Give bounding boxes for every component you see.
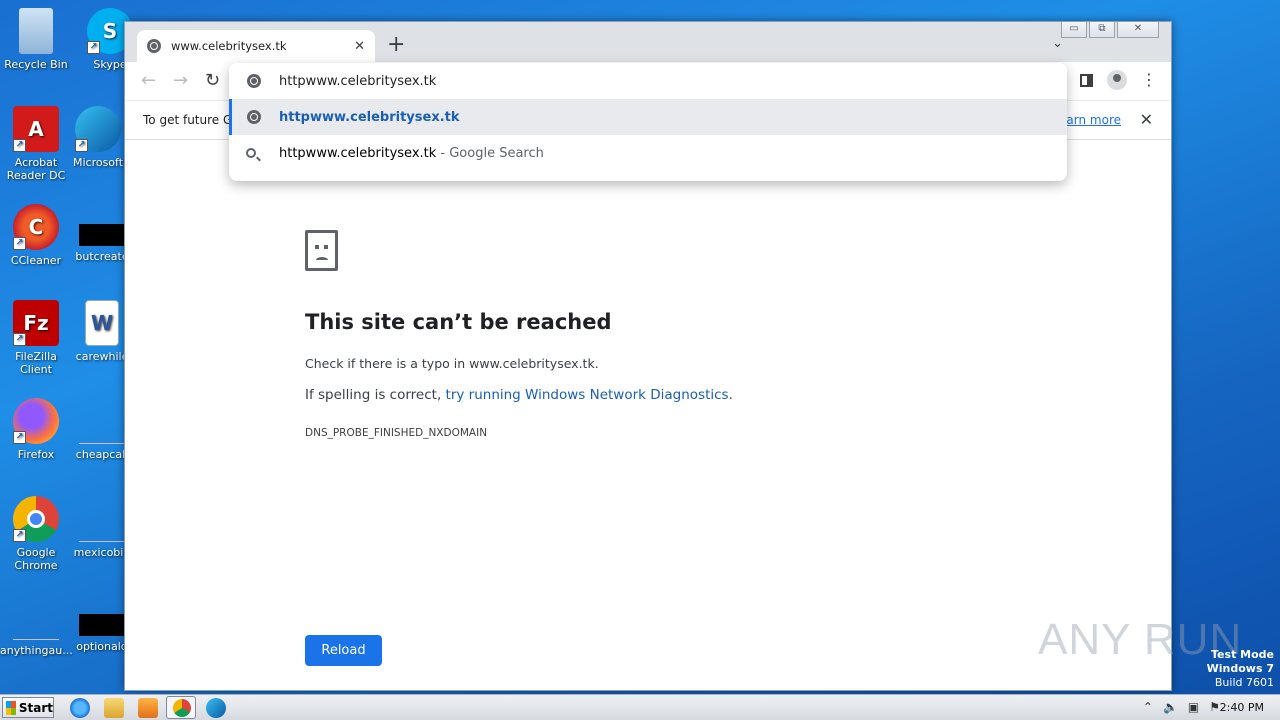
desktop-icon-label: cheapcall: [75, 448, 129, 461]
file-icon: [13, 594, 59, 640]
desktop-icon-label: butcreate: [75, 250, 129, 263]
desktop-icon-google-chrome[interactable]: ↗ Google Chrome: [0, 496, 72, 572]
desktop-icon-firefox[interactable]: ↗ Firefox: [0, 398, 72, 461]
ccleaner-icon: C ↗: [13, 204, 59, 250]
start-button[interactable]: Start: [2, 697, 54, 718]
globe-icon: [247, 74, 261, 88]
desktop-icon-label: CCleaner: [10, 254, 62, 267]
error-title: This site can’t be reached: [305, 310, 612, 334]
suggestion-search[interactable]: httpwww.celebritysex.tk - Google Search: [229, 135, 1067, 171]
reload-icon[interactable]: ↻: [205, 70, 220, 91]
globe-icon: [247, 110, 261, 124]
internet-explorer-icon[interactable]: [70, 698, 90, 718]
profile-avatar-icon[interactable]: [1107, 70, 1127, 90]
address-bar[interactable]: httpwww.celebritysex.tk: [229, 63, 1067, 99]
desktop-icon-label: Recycle Bin: [4, 58, 68, 71]
typo-hint: Check if there is a typo in www.celebrit…: [305, 356, 599, 371]
clock[interactable]: 2:40 PM: [1220, 701, 1264, 714]
new-tab-button[interactable]: +: [387, 34, 405, 56]
menu-dots-icon[interactable]: ⋮: [1141, 72, 1157, 88]
file-icon: [79, 398, 125, 444]
file-icon: [79, 224, 125, 246]
suggestion-suffix: - Google Search: [436, 145, 544, 161]
tab-title: www.celebritysex.tk: [171, 39, 287, 53]
info-bar-message: To get future G: [143, 113, 233, 127]
minimize-button[interactable]: ▭: [1061, 22, 1087, 38]
network-diagnostics-link[interactable]: try running Windows Network Diagnostics: [446, 387, 729, 403]
filezilla-icon: Fz ↗: [13, 300, 59, 346]
taskbar-chrome-button[interactable]: [166, 696, 196, 719]
edge-icon: ↗: [75, 106, 121, 152]
file-icon: [79, 614, 125, 636]
side-panel-icon[interactable]: [1080, 73, 1093, 87]
test-mode-line1: Test Mode: [1211, 648, 1274, 661]
chrome-icon: [173, 699, 191, 717]
test-mode-notice: Test Mode Windows 7 Build 7601: [1207, 648, 1274, 690]
tab-search-chevron-icon[interactable]: ⌄: [1052, 36, 1063, 51]
sad-page-icon: [305, 230, 338, 271]
taskbar: Start ⌃ 🔈 ▣ ⚑ 2:40 PM: [0, 694, 1280, 720]
start-label: Start: [18, 700, 53, 715]
edge-icon[interactable]: [206, 698, 226, 718]
test-mode-line2: Windows 7: [1206, 662, 1274, 675]
media-player-icon[interactable]: [138, 698, 158, 718]
desktop-icon-label: mexicobig: [73, 546, 131, 559]
acrobat-icon: A ↗: [13, 106, 59, 152]
tab-active[interactable]: www.celebritysex.tk ✕: [137, 30, 375, 62]
diagnostics-hint: If spelling is correct, try running Wind…: [305, 387, 733, 403]
desktop-icon-filezilla[interactable]: Fz ↗ FileZilla Client: [0, 300, 72, 376]
network-icon[interactable]: ▣: [1188, 700, 1199, 714]
learn-more-link[interactable]: earn more: [1059, 113, 1121, 127]
test-mode-line3: Build 7601: [1214, 676, 1274, 689]
error-code: DNS_PROBE_FINISHED_NXDOMAIN: [305, 427, 488, 439]
desktop-icon-label: Skype: [93, 58, 127, 71]
error-page: This site can’t be reached Check if ther…: [125, 140, 1171, 690]
suggestion-text: httpwww.celebritysex.tk - Google Search: [279, 146, 544, 161]
address-input-value[interactable]: httpwww.celebritysex.tk: [279, 74, 436, 89]
tray-chevron-icon[interactable]: ⌃: [1143, 700, 1153, 714]
desktop-icon-recycle-bin[interactable]: Recycle Bin: [0, 8, 72, 71]
suggestion-text: httpwww.celebritysex.tk: [279, 109, 460, 125]
window-controls: ▭ ⧉ ✕: [1061, 22, 1159, 38]
suggestion-url[interactable]: httpwww.celebritysex.tk: [229, 99, 1067, 135]
recycle-bin-icon: [19, 8, 53, 54]
chrome-icon: ↗: [13, 496, 59, 542]
desktop-icon-label: FileZilla Client: [15, 350, 57, 376]
back-arrow-icon[interactable]: ←: [141, 70, 156, 91]
diagnostics-prefix: If spelling is correct,: [305, 387, 446, 403]
desktop-icon-ccleaner[interactable]: C ↗ CCleaner: [0, 204, 72, 267]
desktop-icon-label: carewhile: [75, 350, 129, 363]
diagnostics-suffix: .: [728, 387, 733, 403]
desktop-icon-label: anythingau...: [0, 644, 73, 657]
word-document-icon: W: [85, 300, 119, 346]
desktop-icon-label: Firefox: [17, 448, 55, 461]
windows-logo-icon: [6, 700, 16, 715]
info-bar-close-icon[interactable]: ✕: [1140, 110, 1153, 129]
desktop-icon-label: optionald: [76, 640, 128, 653]
system-tray: ⌃ 🔈 ▣ ⚑: [1143, 700, 1220, 714]
desktop-icon-anythingau[interactable]: anythingau...: [0, 594, 73, 657]
action-center-flag-icon[interactable]: ⚑: [1209, 700, 1220, 714]
desktop-icon-label: Microsoft: [72, 156, 124, 169]
volume-icon[interactable]: 🔈: [1163, 700, 1178, 714]
close-window-button[interactable]: ✕: [1117, 22, 1159, 38]
toolbar-right: ⋮: [1080, 70, 1157, 90]
firefox-icon: ↗: [13, 398, 59, 444]
maximize-button[interactable]: ⧉: [1089, 22, 1115, 38]
omnibox-dropdown: httpwww.celebritysex.tk httpwww.celebrit…: [229, 63, 1067, 181]
file-explorer-icon[interactable]: [104, 698, 124, 718]
desktop-icon-label: Acrobat Reader DC: [6, 156, 66, 182]
tab-close-icon[interactable]: ✕: [354, 39, 365, 54]
suggestion-query: httpwww.celebritysex.tk: [279, 145, 437, 161]
title-bar: www.celebritysex.tk ✕ + ⌄ ▭ ⧉ ✕: [125, 22, 1171, 62]
search-icon: [246, 148, 256, 158]
reload-button[interactable]: Reload: [305, 635, 382, 666]
globe-icon: [147, 39, 161, 53]
file-icon: [79, 496, 125, 542]
desktop-icon-label: Google Chrome: [14, 546, 58, 572]
forward-arrow-icon[interactable]: →: [173, 70, 188, 91]
